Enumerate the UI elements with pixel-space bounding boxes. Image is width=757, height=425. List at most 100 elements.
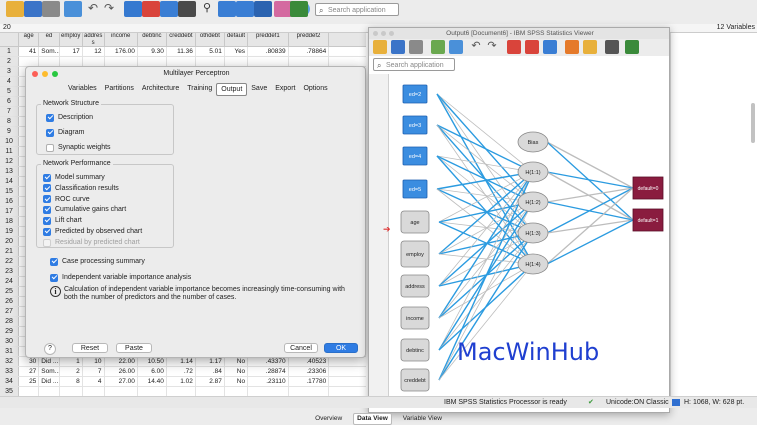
table-cell[interactable] — [39, 387, 60, 396]
insert-variable-icon[interactable] — [236, 1, 254, 17]
tab-output[interactable]: Output — [216, 83, 248, 96]
column-header[interactable]: employ — [60, 33, 83, 47]
table-cell[interactable]: 30 — [19, 357, 40, 366]
open-icon[interactable] — [6, 1, 24, 17]
table-cell[interactable] — [248, 57, 289, 66]
row-number[interactable]: 24 — [0, 277, 19, 286]
table-cell[interactable] — [248, 387, 289, 396]
redo-icon[interactable]: ↷ — [100, 1, 118, 17]
viewer-hide-icon[interactable] — [605, 40, 619, 54]
column-header[interactable]: income — [105, 33, 138, 47]
description-checkbox[interactable]: Description — [46, 113, 93, 122]
table-cell[interactable]: 27.00 — [105, 377, 138, 386]
tab-variables[interactable]: Variables — [64, 83, 101, 96]
insert-cases-icon[interactable] — [218, 1, 236, 17]
table-cell[interactable]: Did ... — [39, 377, 60, 386]
table-cell[interactable] — [289, 57, 330, 66]
table-cell[interactable]: Som... — [39, 367, 60, 376]
table-cell[interactable] — [167, 57, 196, 66]
print-icon[interactable] — [42, 1, 60, 17]
table-cell[interactable] — [138, 387, 167, 396]
vertical-scrollbar[interactable] — [751, 103, 755, 143]
row-number[interactable]: 1 — [0, 47, 19, 56]
row-number[interactable]: 2 — [0, 57, 19, 66]
row-number[interactable]: 33 — [0, 367, 19, 376]
table-cell[interactable]: .28874 — [248, 367, 289, 376]
recall-dialog-icon[interactable] — [64, 1, 82, 17]
viewer-open-icon[interactable] — [373, 40, 387, 54]
table-cell[interactable]: 25 — [19, 377, 40, 386]
viewer-show-icon[interactable] — [583, 40, 597, 54]
row-number[interactable]: 18 — [0, 217, 19, 226]
table-cell[interactable]: 4 — [83, 377, 105, 386]
performance-checkbox[interactable]: ROC curve — [43, 195, 90, 204]
row-number[interactable]: 34 — [0, 377, 19, 386]
table-cell[interactable]: 2 — [60, 367, 83, 376]
goto-variable-icon[interactable] — [142, 1, 160, 17]
table-cell[interactable]: 12 — [83, 47, 105, 56]
row-number[interactable]: 19 — [0, 227, 19, 236]
table-cell[interactable] — [60, 57, 83, 66]
table-cell[interactable] — [19, 387, 40, 396]
table-cell[interactable] — [196, 57, 225, 66]
row-number[interactable]: 16 — [0, 197, 19, 206]
table-cell[interactable]: 10 — [83, 357, 105, 366]
synaptic-weights-checkbox[interactable]: Synaptic weights — [46, 143, 111, 152]
row-number[interactable]: 11 — [0, 147, 19, 156]
table-cell[interactable]: 27 — [19, 367, 40, 376]
viewer-maximize-icon[interactable] — [389, 31, 394, 36]
table-cell[interactable]: 22.00 — [105, 357, 138, 366]
find-icon[interactable]: ⚲ — [198, 1, 216, 17]
table-cell[interactable]: 5.01 — [196, 47, 225, 56]
bottom-tab-variable-view[interactable]: Variable View — [400, 412, 445, 425]
viewer-undo-icon[interactable]: ↶ — [469, 40, 483, 54]
column-header[interactable]: creddebt — [167, 33, 196, 47]
table-cell[interactable]: Yes — [225, 47, 249, 56]
value-labels-icon[interactable] — [290, 1, 308, 17]
table-cell[interactable]: No — [225, 377, 249, 386]
table-row[interactable]: 32 30 Did ... 1 10 22.00 10.50 1.14 1.17 No .43370… — [0, 357, 366, 367]
table-cell[interactable]: 9.30 — [138, 47, 167, 56]
table-cell[interactable]: 11.36 — [167, 47, 196, 56]
table-cell[interactable]: 1.14 — [167, 357, 196, 366]
column-header[interactable]: preddef1 — [248, 33, 289, 47]
viewer-recall-icon[interactable] — [449, 40, 463, 54]
viewer-close-icon[interactable] — [373, 31, 378, 36]
viewer-goto-case-icon[interactable] — [507, 40, 521, 54]
performance-checkbox[interactable]: Model summary — [43, 173, 105, 182]
case-processing-checkbox[interactable]: Case processing summary — [50, 257, 145, 266]
table-row[interactable]: 34 25 Did ... 8 4 27.00 14.40 1.02 2.87 No .23110.… — [0, 377, 366, 387]
row-number[interactable]: 35 — [0, 387, 19, 396]
viewer-variables-icon[interactable] — [543, 40, 557, 54]
row-number[interactable]: 15 — [0, 187, 19, 196]
tab-training[interactable]: Training — [183, 83, 216, 96]
column-header[interactable]: address — [83, 33, 105, 47]
table-cell[interactable]: 1 — [60, 357, 83, 366]
variables-icon[interactable] — [160, 1, 178, 17]
viewer-save-icon[interactable] — [391, 40, 405, 54]
performance-checkbox[interactable]: Predicted by observed chart — [43, 227, 142, 236]
table-cell[interactable]: 8 — [60, 377, 83, 386]
table-cell[interactable]: Did ... — [39, 357, 60, 366]
row-number[interactable]: 10 — [0, 137, 19, 146]
column-header[interactable]: ed — [39, 33, 60, 47]
table-cell[interactable] — [105, 57, 138, 66]
viewer-goto-var-icon[interactable] — [525, 40, 539, 54]
row-number[interactable]: 12 — [0, 157, 19, 166]
table-row[interactable]: 1 41 Som... 17 12 176.00 9.30 11.36 5.01 Yes .8083… — [0, 47, 366, 57]
row-number[interactable]: 8 — [0, 117, 19, 126]
table-cell[interactable] — [138, 57, 167, 66]
table-cell[interactable]: .43370 — [248, 357, 289, 366]
diagram-checkbox[interactable]: Diagram — [46, 128, 84, 137]
table-cell[interactable] — [225, 57, 249, 66]
row-number[interactable]: 27 — [0, 307, 19, 316]
toolbar-search-input[interactable]: ⌕ Search application — [315, 3, 399, 16]
table-cell[interactable] — [289, 387, 330, 396]
viewer-insert-icon[interactable] — [625, 40, 639, 54]
column-header[interactable]: preddef2 — [289, 33, 330, 47]
table-cell[interactable]: .17780 — [289, 377, 330, 386]
table-cell[interactable]: 10.50 — [138, 357, 167, 366]
paste-button[interactable]: Paste — [116, 343, 152, 353]
save-icon[interactable] — [24, 1, 42, 17]
goto-case-icon[interactable] — [124, 1, 142, 17]
